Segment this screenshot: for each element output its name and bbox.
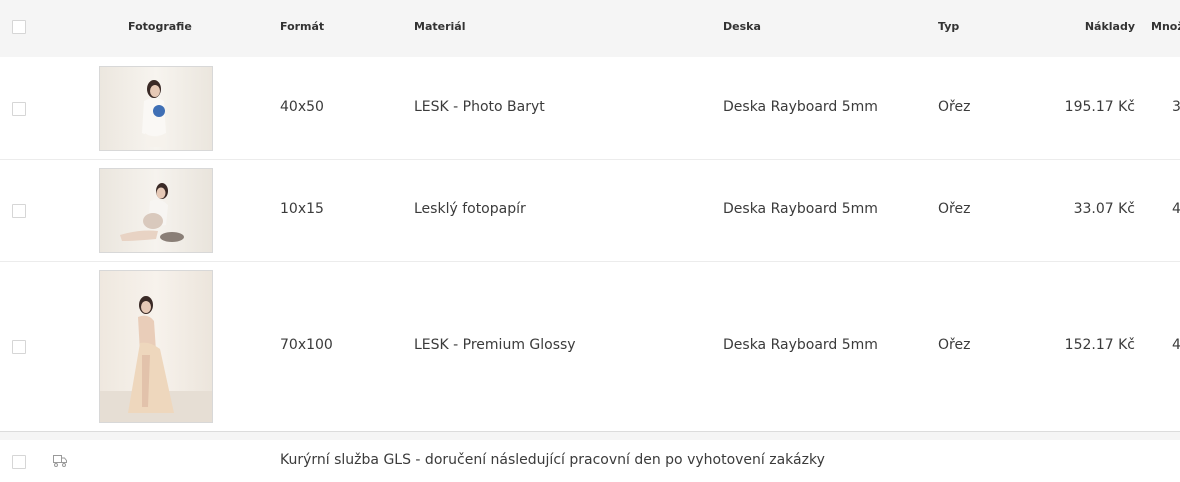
shipping-checkbox[interactable] — [12, 455, 26, 469]
quantity-cell: 3 — [1172, 99, 1180, 115]
photo-image — [100, 271, 212, 422]
photo-thumbnail[interactable] — [99, 270, 213, 423]
row-checkbox[interactable] — [12, 102, 26, 116]
quantity-cell: 4 — [1172, 201, 1180, 217]
table-row[interactable]: 70x100 LESK - Premium Glossy Deska Raybo… — [0, 262, 1180, 431]
row-checkbox[interactable] — [12, 340, 26, 354]
photo-thumbnail[interactable] — [99, 168, 213, 253]
format-cell: 70x100 — [280, 337, 333, 353]
format-cell: 40x50 — [280, 99, 324, 115]
cost-cell: 195.17 Kč — [1064, 99, 1135, 115]
column-header-material[interactable]: Materiál — [414, 20, 465, 33]
photo-thumbnail[interactable] — [99, 66, 213, 151]
footer-band — [0, 432, 1180, 440]
table-row[interactable]: 40x50 LESK - Photo Baryt Deska Rayboard … — [0, 57, 1180, 159]
format-cell: 10x15 — [280, 201, 324, 217]
select-all-checkbox[interactable] — [12, 20, 26, 34]
row-checkbox[interactable] — [12, 204, 26, 218]
board-cell: Deska Rayboard 5mm — [723, 201, 878, 217]
cost-cell: 152.17 Kč — [1064, 337, 1135, 353]
column-header-quantity[interactable]: Množ — [1151, 20, 1180, 33]
material-cell: Lesklý fotopapír — [414, 201, 526, 217]
material-cell: LESK - Photo Baryt — [414, 99, 545, 115]
cost-cell: 33.07 Kč — [1073, 201, 1135, 217]
board-cell: Deska Rayboard 5mm — [723, 99, 878, 115]
type-cell: Ořez — [938, 99, 971, 115]
quantity-cell: 4 — [1172, 337, 1180, 353]
material-cell: LESK - Premium Glossy — [414, 337, 576, 353]
board-cell: Deska Rayboard 5mm — [723, 337, 878, 353]
shipping-method-label: Kurýrní služba GLS - doručení následujíc… — [280, 452, 825, 468]
type-cell: Ořez — [938, 337, 971, 353]
column-header-board[interactable]: Deska — [723, 20, 761, 33]
truck-icon — [52, 453, 68, 472]
column-header-cost[interactable]: Náklady — [1085, 20, 1135, 33]
photo-image — [100, 169, 212, 252]
column-header-format[interactable]: Formát — [280, 20, 324, 33]
table-header: Fotografie Formát Materiál Deska Typ Nák… — [0, 0, 1180, 57]
type-cell: Ořez — [938, 201, 971, 217]
photo-image — [100, 67, 212, 150]
column-header-type[interactable]: Typ — [938, 20, 959, 33]
table-row[interactable]: 10x15 Lesklý fotopapír Deska Rayboard 5m… — [0, 160, 1180, 261]
column-header-photo[interactable]: Fotografie — [128, 20, 192, 33]
